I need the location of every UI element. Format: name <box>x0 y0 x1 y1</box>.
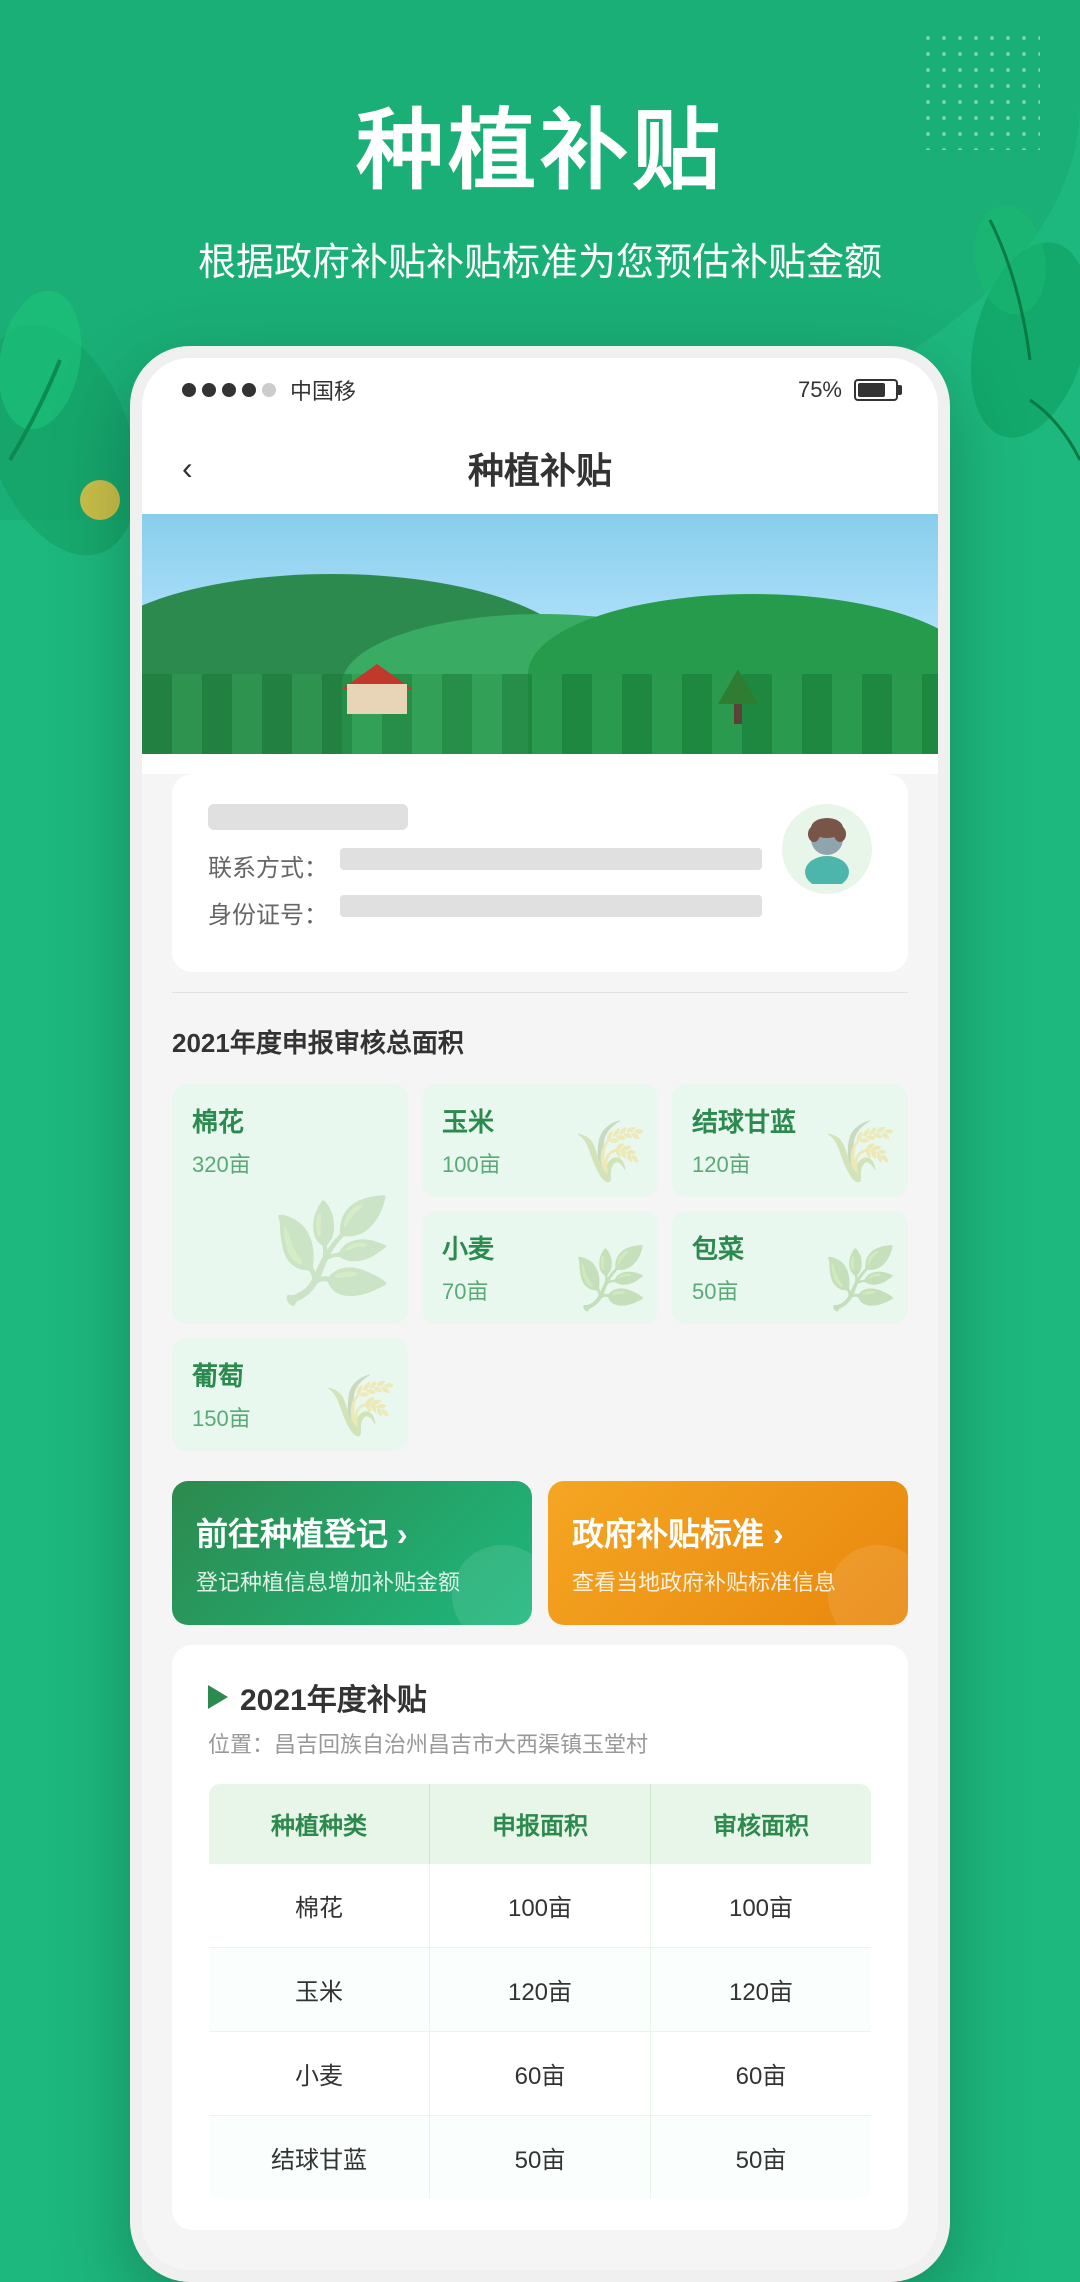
signal-dot-3 <box>222 383 236 397</box>
crop-card-cabbage: 结球甘蓝 120亩 🌾 <box>672 1084 908 1197</box>
crop-grid: 棉花 320亩 🌿 玉米 100亩 🌾 结球甘蓝 120亩 <box>172 1084 908 1451</box>
signal-dot-1 <box>182 383 196 397</box>
table-row: 玉米120亩120亩 <box>209 1948 872 2032</box>
btn-icon-bg-2 <box>828 1545 908 1625</box>
table-cell-2: 50亩 <box>651 2116 872 2200</box>
standard-title: 政府补贴标准 › <box>572 1509 884 1555</box>
tree-top <box>718 669 758 704</box>
page-title: 种植补贴 <box>356 80 724 207</box>
id-label: 身份证号： <box>208 895 328 930</box>
hero-image <box>142 514 938 754</box>
table-row: 结球甘蓝50亩50亩 <box>209 2116 872 2200</box>
contact-field: 联系方式： <box>208 848 762 883</box>
signal-dot-2 <box>202 383 216 397</box>
table-cell-1: 120亩 <box>430 1948 651 2032</box>
divider <box>172 992 908 993</box>
table-row: 棉花100亩100亩 <box>209 1864 872 1948</box>
subsidy-title-row: 2021年度补贴 <box>208 1675 872 1719</box>
tree-trunk <box>734 704 742 724</box>
table-cell-1: 100亩 <box>430 1864 651 1948</box>
subsidy-title: 2021年度补贴 <box>240 1675 427 1719</box>
crop-name-cotton: 棉花 <box>192 1102 388 1139</box>
table-cell-2: 100亩 <box>651 1864 872 1948</box>
battery-fill <box>858 383 885 397</box>
crop-year-title: 2021年度申报审核总面积 <box>172 1023 908 1060</box>
tree <box>718 669 758 724</box>
table-col-reviewed: 审核面积 <box>651 1784 872 1864</box>
crop-icon-cabbage: 🌾 <box>823 1116 898 1187</box>
subsidy-table: 种植种类 申报面积 审核面积 棉花100亩100亩玉米120亩120亩小麦60亩… <box>208 1783 872 2200</box>
house <box>342 664 412 714</box>
table-cell-2: 120亩 <box>651 1948 872 2032</box>
phone-mockup: 中国移 75% ‹ 种植补贴 <box>130 346 950 2282</box>
hills <box>142 598 938 754</box>
crop-icon-corn: 🌾 <box>573 1116 648 1187</box>
page-subtitle: 根据政府补贴补贴标准为您预估补贴金额 <box>198 231 882 286</box>
signal-dot-4 <box>242 383 256 397</box>
table-cell-2: 60亩 <box>651 2032 872 2116</box>
crop-icon-large: 🌿 <box>269 1193 394 1310</box>
house-body <box>347 684 407 714</box>
field-lines <box>142 674 938 754</box>
header-title: 种植补贴 <box>468 442 612 494</box>
register-title: 前往种植登记 › <box>196 1509 508 1555</box>
crop-icon-pakchoi: 🌿 <box>823 1243 898 1314</box>
app-header: ‹ 种植补贴 <box>142 422 938 514</box>
subsidy-location: 位置：昌吉回族自治州昌吉市大西渠镇玉堂村 <box>208 1727 872 1759</box>
register-button[interactable]: 前往种植登记 › 登记种植信息增加补贴金额 <box>172 1481 532 1625</box>
signal-dots: 中国移 <box>182 374 356 406</box>
table-row: 小麦60亩60亩 <box>209 2032 872 2116</box>
crop-section: 2021年度申报审核总面积 棉花 320亩 🌿 玉米 100亩 🌾 <box>172 1013 908 1461</box>
user-card: 联系方式： 身份证号： <box>172 774 908 972</box>
crop-card-corn: 玉米 100亩 🌾 <box>422 1084 658 1197</box>
user-name-blurred <box>208 804 408 830</box>
action-buttons: 前往种植登记 › 登记种植信息增加补贴金额 政府补贴标准 › 查看当地政府补贴标… <box>172 1481 908 1625</box>
crop-card-wheat: 小麦 70亩 🌿 <box>422 1211 658 1324</box>
crop-area-cotton: 320亩 <box>192 1147 388 1179</box>
signal-dot-5 <box>262 383 276 397</box>
battery-icon <box>854 379 898 401</box>
table-cell-0: 小麦 <box>209 2032 430 2116</box>
id-value-blurred <box>340 895 762 917</box>
status-bar: 中国移 75% <box>142 358 938 422</box>
table-cell-1: 50亩 <box>430 2116 651 2200</box>
crop-card-pakchoi: 包菜 50亩 🌿 <box>672 1211 908 1324</box>
table-cell-0: 结球甘蓝 <box>209 2116 430 2200</box>
crop-icon-wheat: 🌿 <box>573 1243 648 1314</box>
table-cell-0: 棉花 <box>209 1864 430 1948</box>
subsidy-card: 2021年度补贴 位置：昌吉回族自治州昌吉市大西渠镇玉堂村 种植种类 申报面积 … <box>172 1645 908 2230</box>
crop-icon-grape: 🌾 <box>323 1370 398 1441</box>
subsidy-triangle-icon <box>208 1685 228 1709</box>
carrier-label: 中国移 <box>290 374 356 406</box>
user-info: 联系方式： 身份证号： <box>208 804 762 942</box>
id-field: 身份证号： <box>208 895 762 930</box>
standard-button[interactable]: 政府补贴标准 › 查看当地政府补贴标准信息 <box>548 1481 908 1625</box>
back-button[interactable]: ‹ <box>182 450 193 487</box>
table-col-type: 种植种类 <box>209 1784 430 1864</box>
crop-card-grape: 葡萄 150亩 🌾 <box>172 1338 408 1451</box>
content-area: 联系方式： 身份证号： <box>142 774 938 2270</box>
table-col-reported: 申报面积 <box>430 1784 651 1864</box>
contact-value-blurred <box>340 848 762 870</box>
battery-section: 75% <box>798 377 898 403</box>
battery-percentage: 75% <box>798 377 842 403</box>
table-body: 棉花100亩100亩玉米120亩120亩小麦60亩60亩结球甘蓝50亩50亩 <box>209 1864 872 2200</box>
table-header: 种植种类 申报面积 审核面积 <box>209 1784 872 1864</box>
avatar <box>782 804 872 894</box>
table-cell-0: 玉米 <box>209 1948 430 2032</box>
table-cell-1: 60亩 <box>430 2032 651 2116</box>
crop-card-cotton: 棉花 320亩 🌿 <box>172 1084 408 1324</box>
btn-icon-bg-1 <box>452 1545 532 1625</box>
contact-label: 联系方式： <box>208 848 328 883</box>
